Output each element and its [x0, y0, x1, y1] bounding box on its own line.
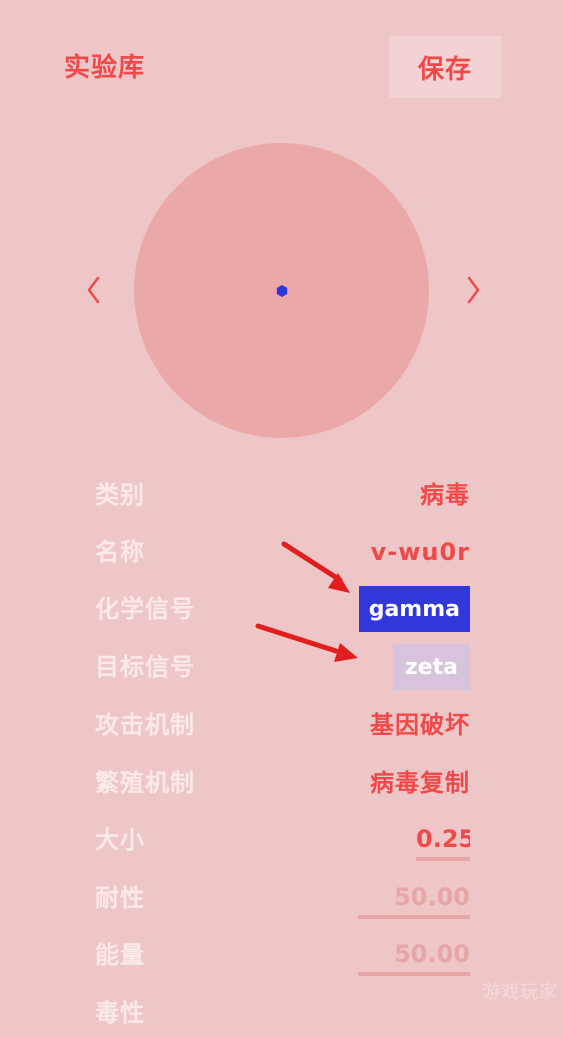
durability-input[interactable]	[358, 879, 470, 919]
attack-value[interactable]: 基因破坏	[370, 710, 470, 740]
target-signal-chip[interactable]: zeta	[392, 644, 470, 690]
chemical-signal-chip[interactable]: gamma	[358, 586, 470, 632]
size-row: 大小	[0, 815, 564, 865]
durability-label: 耐性	[95, 884, 145, 912]
next-specimen-button[interactable]	[457, 268, 487, 312]
target-signal-row: 目标信号 zeta	[0, 642, 564, 692]
specimen-preview	[134, 143, 429, 438]
energy-input[interactable]	[358, 936, 470, 976]
page-title: 实验库	[64, 53, 146, 83]
chevron-left-icon	[87, 276, 100, 304]
category-value: 病毒	[420, 481, 470, 509]
category-label: 类别	[95, 481, 145, 509]
reproduction-value[interactable]: 病毒复制	[370, 768, 470, 798]
virus-core-icon	[276, 285, 288, 297]
name-row: 名称 v-wu0r	[0, 527, 564, 577]
attack-row: 攻击机制 基因破坏	[0, 700, 564, 750]
partial-next-label: 毒性	[95, 999, 145, 1027]
size-label: 大小	[95, 826, 145, 854]
target-signal-label: 目标信号	[95, 653, 195, 681]
category-row: 类别 病毒	[0, 470, 564, 520]
size-input[interactable]	[416, 821, 470, 861]
chemical-signal-row: 化学信号 gamma	[0, 584, 564, 634]
attack-label: 攻击机制	[95, 711, 195, 739]
reproduction-row: 繁殖机制 病毒复制	[0, 758, 564, 808]
partial-next-row: 毒性	[0, 988, 564, 1038]
energy-row: 能量	[0, 930, 564, 980]
reproduction-label: 繁殖机制	[95, 769, 195, 797]
chevron-right-icon	[467, 276, 480, 304]
name-value[interactable]: v-wu0r	[371, 537, 470, 567]
save-button[interactable]: 保存	[389, 36, 501, 98]
durability-row: 耐性	[0, 873, 564, 923]
chemical-signal-label: 化学信号	[95, 595, 195, 623]
watermark: 游戏玩家	[482, 982, 558, 1003]
name-label: 名称	[95, 538, 145, 566]
energy-label: 能量	[95, 941, 145, 969]
prev-specimen-button[interactable]	[80, 268, 110, 312]
